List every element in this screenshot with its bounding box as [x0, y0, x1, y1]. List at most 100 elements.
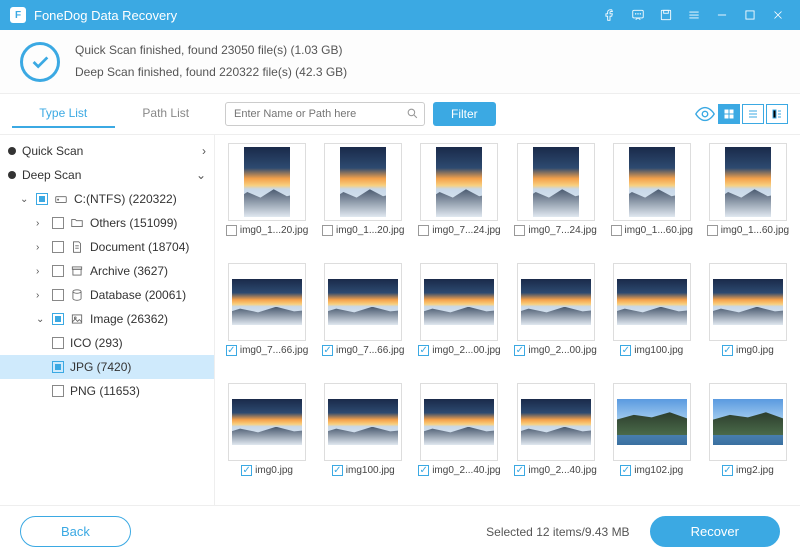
footer: Back Selected 12 items/9.43 MB Recover — [0, 505, 800, 557]
file-card[interactable]: ✓img102.jpg — [606, 383, 698, 497]
file-card[interactable]: img0_1...20.jpg — [317, 143, 409, 257]
thumbnail — [517, 263, 595, 341]
maximize-icon[interactable] — [738, 3, 762, 27]
close-icon[interactable] — [766, 3, 790, 27]
selection-summary: Selected 12 items/9.43 MB — [486, 525, 629, 539]
document-icon — [70, 240, 84, 254]
file-checkbox[interactable] — [611, 225, 622, 236]
file-checkbox[interactable]: ✓ — [620, 345, 631, 356]
file-card[interactable]: ✓img0_7...66.jpg — [317, 263, 409, 377]
file-name: img0_1...60.jpg — [625, 225, 693, 236]
deep-scan-status: Deep Scan finished, found 220322 file(s)… — [75, 62, 347, 84]
file-name: img0_1...20.jpg — [336, 225, 404, 236]
sidebar-label: Image (26362) — [90, 312, 168, 326]
file-card[interactable]: img0_1...60.jpg — [702, 143, 794, 257]
sidebar-database[interactable]: ›Database (20061) — [0, 283, 214, 307]
sidebar-drive[interactable]: ⌄C:(NTFS) (220322) — [0, 187, 214, 211]
minimize-icon[interactable] — [710, 3, 734, 27]
filter-button[interactable]: Filter — [433, 102, 496, 126]
file-name: img100.jpg — [346, 465, 395, 476]
file-checkbox[interactable] — [418, 225, 429, 236]
file-name: img0_7...66.jpg — [336, 345, 404, 356]
thumbnail — [613, 263, 691, 341]
thumbnail — [228, 383, 306, 461]
file-name: img0_7...24.jpg — [432, 225, 500, 236]
file-card[interactable]: ✓img0.jpg — [702, 263, 794, 377]
file-card[interactable]: img0_7...24.jpg — [509, 143, 601, 257]
facebook-icon[interactable] — [598, 3, 622, 27]
sidebar-deep-scan[interactable]: Deep Scan⌄ — [0, 163, 214, 187]
search-input[interactable] — [225, 102, 425, 126]
file-card[interactable]: ✓img0_2...00.jpg — [413, 263, 505, 377]
file-card[interactable]: ✓img0_2...40.jpg — [509, 383, 601, 497]
file-checkbox[interactable]: ✓ — [332, 465, 343, 476]
sidebar-label: Deep Scan — [22, 168, 81, 182]
back-button[interactable]: Back — [20, 516, 131, 547]
file-checkbox[interactable]: ✓ — [514, 465, 525, 476]
file-card[interactable]: ✓img0_2...00.jpg — [509, 263, 601, 377]
file-name: img102.jpg — [634, 465, 683, 476]
file-card[interactable]: ✓img0_2...40.jpg — [413, 383, 505, 497]
sidebar-jpg[interactable]: JPG (7420) — [0, 355, 214, 379]
file-card[interactable]: ✓img100.jpg — [317, 383, 409, 497]
view-list-icon[interactable] — [742, 104, 764, 124]
checkmark-icon — [20, 42, 60, 82]
file-checkbox[interactable] — [226, 225, 237, 236]
sidebar-archive[interactable]: ›Archive (3627) — [0, 259, 214, 283]
file-name: img0_2...40.jpg — [432, 465, 500, 476]
sidebar-document[interactable]: ›Document (18704) — [0, 235, 214, 259]
feedback-icon[interactable] — [626, 3, 650, 27]
tab-path-list[interactable]: Path List — [115, 100, 218, 128]
sidebar-quick-scan[interactable]: Quick Scan› — [0, 139, 214, 163]
sidebar-label: C:(NTFS) (220322) — [74, 192, 177, 206]
file-grid: img0_1...20.jpg img0_1...20.jpg img0_7...2… — [215, 135, 800, 505]
sidebar-others[interactable]: ›Others (151099) — [0, 211, 214, 235]
tab-type-list[interactable]: Type List — [12, 100, 115, 128]
thumbnail — [228, 263, 306, 341]
file-checkbox[interactable]: ✓ — [722, 345, 733, 356]
file-name: img0_1...20.jpg — [240, 225, 308, 236]
file-card[interactable]: img0_1...20.jpg — [221, 143, 313, 257]
file-name: img0_2...00.jpg — [528, 345, 596, 356]
thumbnail — [613, 383, 691, 461]
file-card[interactable]: ✓img0.jpg — [221, 383, 313, 497]
quick-scan-status: Quick Scan finished, found 23050 file(s)… — [75, 40, 347, 62]
file-checkbox[interactable] — [514, 225, 525, 236]
file-checkbox[interactable]: ✓ — [226, 345, 237, 356]
thumbnail — [324, 143, 402, 221]
file-card[interactable]: ✓img2.jpg — [702, 383, 794, 497]
recover-button[interactable]: Recover — [650, 516, 780, 547]
sidebar-label: Archive (3627) — [90, 264, 168, 278]
preview-icon[interactable] — [694, 104, 716, 124]
file-checkbox[interactable]: ✓ — [241, 465, 252, 476]
file-card[interactable]: img0_7...24.jpg — [413, 143, 505, 257]
app-logo: F — [10, 7, 26, 23]
scan-status: Quick Scan finished, found 23050 file(s)… — [0, 30, 800, 94]
file-checkbox[interactable]: ✓ — [418, 465, 429, 476]
menu-icon[interactable] — [682, 3, 706, 27]
file-card[interactable]: img0_1...60.jpg — [606, 143, 698, 257]
file-checkbox[interactable] — [707, 225, 718, 236]
file-checkbox[interactable]: ✓ — [418, 345, 429, 356]
app-title: FoneDog Data Recovery — [34, 8, 594, 23]
drive-icon — [54, 192, 68, 206]
file-checkbox[interactable]: ✓ — [514, 345, 525, 356]
sidebar-ico[interactable]: ICO (293) — [0, 331, 214, 355]
file-checkbox[interactable] — [322, 225, 333, 236]
file-name: img0_1...60.jpg — [721, 225, 789, 236]
file-checkbox[interactable]: ✓ — [722, 465, 733, 476]
sidebar-image[interactable]: ⌄Image (26362) — [0, 307, 214, 331]
file-checkbox[interactable]: ✓ — [620, 465, 631, 476]
file-name: img2.jpg — [736, 465, 774, 476]
sidebar-label: Document (18704) — [90, 240, 189, 254]
database-icon — [70, 288, 84, 302]
file-checkbox[interactable]: ✓ — [322, 345, 333, 356]
list-tabs: Type List Path List — [12, 100, 217, 128]
save-icon[interactable] — [654, 3, 678, 27]
view-grid-icon[interactable] — [718, 104, 740, 124]
thumbnail — [228, 143, 306, 221]
file-card[interactable]: ✓img100.jpg — [606, 263, 698, 377]
view-detail-icon[interactable] — [766, 104, 788, 124]
sidebar-png[interactable]: PNG (11653) — [0, 379, 214, 403]
file-card[interactable]: ✓img0_7...66.jpg — [221, 263, 313, 377]
